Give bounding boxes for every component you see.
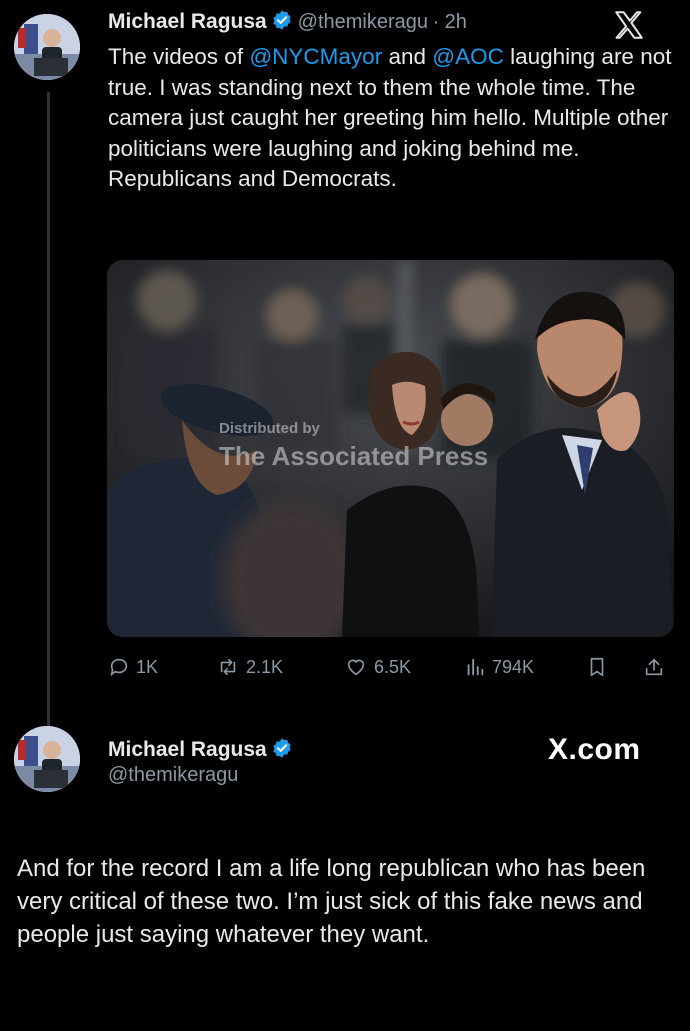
like-count: 6.5K — [374, 656, 412, 677]
profile-info: Michael Ragusa @themikeragu — [108, 737, 293, 787]
tweet-text: The videos of @NYCMayor and @AOC laughin… — [108, 44, 672, 191]
repost-count: 2.1K — [246, 656, 284, 677]
followup-text: And for the record I am a life long repu… — [17, 855, 646, 948]
x-com-label: X.com — [548, 733, 641, 766]
watermark: Distributed by The Associated Press — [219, 420, 488, 472]
mention-nycmayor[interactable]: @NYCMayor — [249, 44, 382, 69]
x-logo-icon — [612, 8, 646, 42]
tweet-photo[interactable]: Distributed by The Associated Press — [107, 260, 674, 637]
profile-handle[interactable]: @themikeragu — [108, 764, 293, 787]
reply-count: 1K — [136, 656, 159, 677]
repost-icon — [220, 658, 236, 676]
like-button[interactable]: 6.5K — [344, 650, 411, 684]
views-button[interactable]: 794K — [464, 650, 534, 684]
share-icon — [645, 658, 663, 676]
verified-badge-icon — [271, 9, 293, 31]
bookmark-button[interactable] — [586, 650, 614, 684]
watermark-line-2: The Associated Press — [219, 441, 489, 471]
mention-aoc[interactable]: @AOC — [432, 44, 504, 69]
thread-line — [47, 92, 50, 727]
author-name[interactable]: Michael Ragusa — [108, 10, 267, 33]
repost-button[interactable]: 2.1K — [216, 650, 283, 684]
verified-badge-icon — [271, 737, 293, 759]
views-icon — [467, 658, 484, 676]
profile-avatar[interactable] — [14, 726, 80, 792]
reply-icon — [110, 658, 128, 677]
views-count: 794K — [492, 656, 535, 677]
profile-name[interactable]: Michael Ragusa — [108, 738, 267, 761]
share-button[interactable] — [643, 650, 671, 684]
reply-button[interactable]: 1K — [108, 650, 158, 684]
author-handle[interactable]: @themikeragu — [298, 11, 428, 33]
tweet-time[interactable]: · 2h — [432, 11, 466, 33]
author-avatar[interactable] — [14, 14, 80, 80]
watermark-line-1: Distributed by — [219, 420, 320, 437]
tweet-actions: 1K 2.1K 6.5K 794K — [108, 650, 678, 684]
tweet-header: Michael Ragusa @themikeragu · 2h — [108, 9, 467, 34]
like-icon — [347, 659, 365, 676]
bookmark-icon — [590, 657, 604, 677]
